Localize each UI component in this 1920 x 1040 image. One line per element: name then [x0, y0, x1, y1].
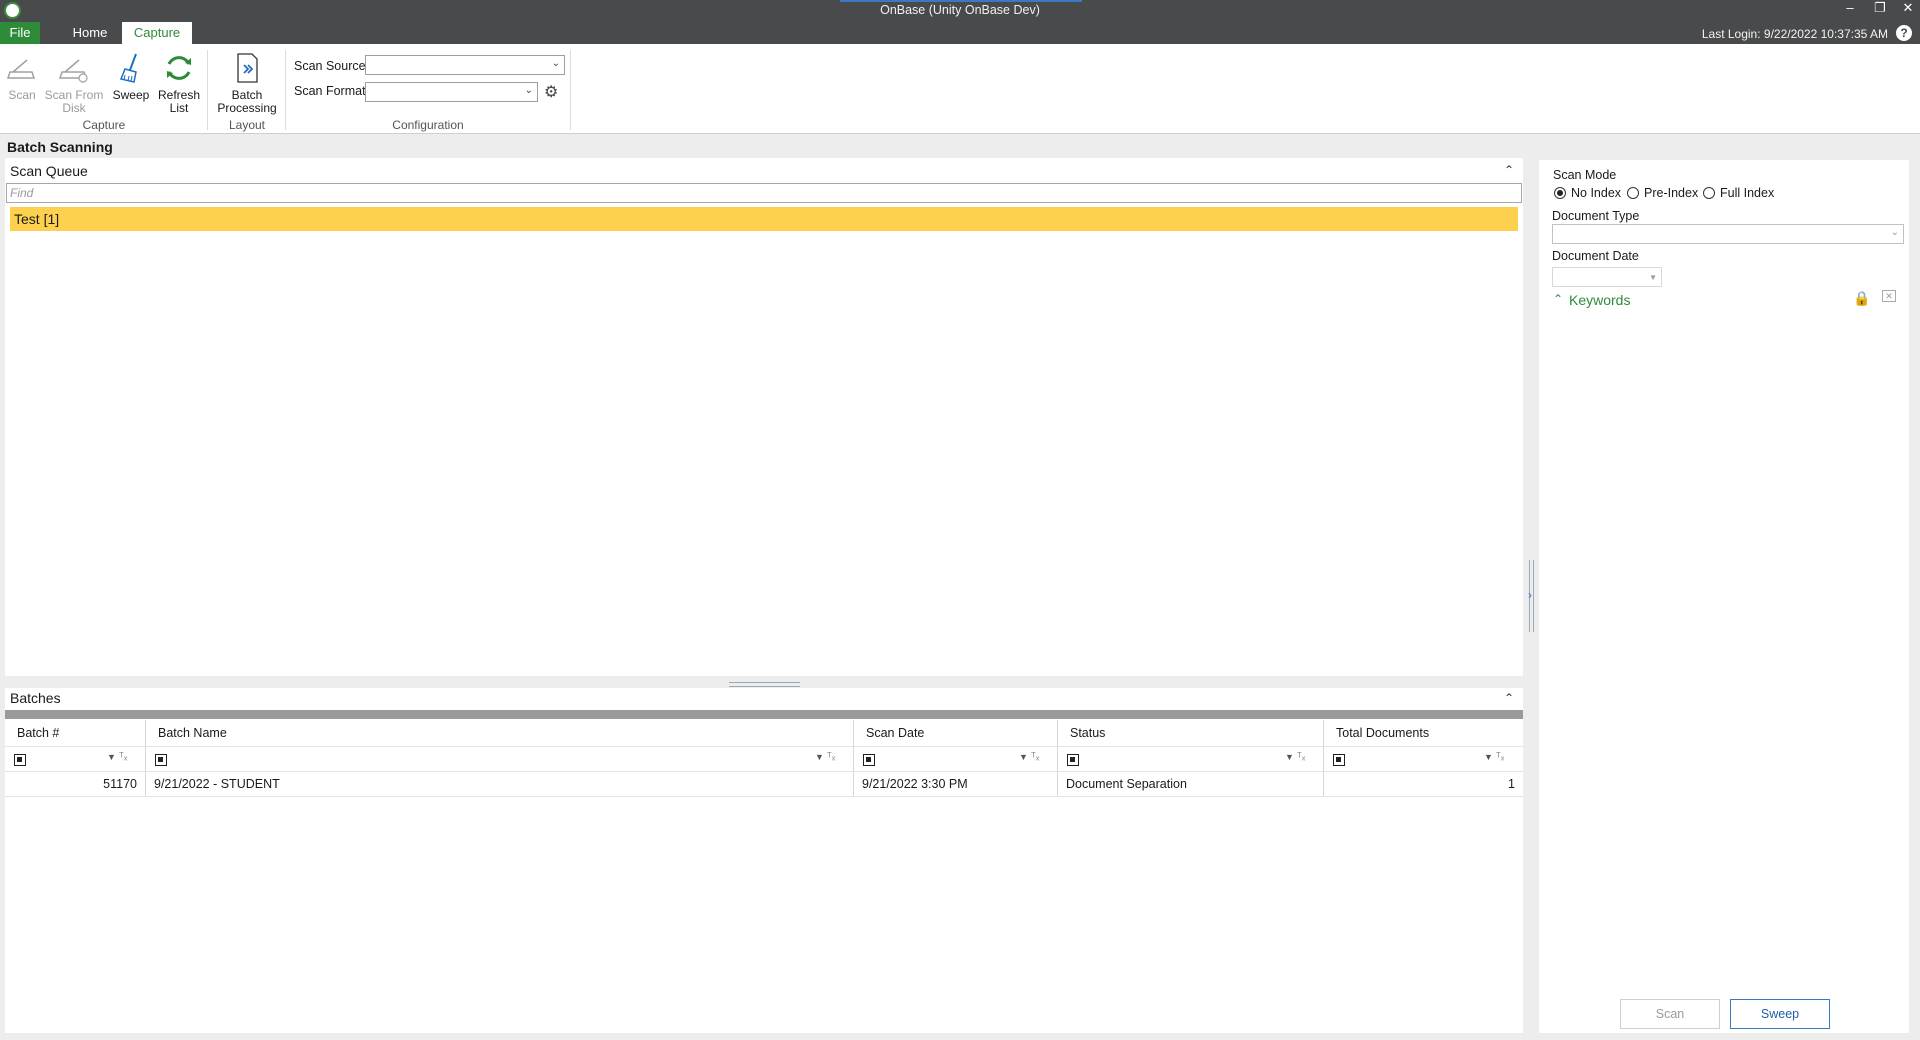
batches-header-bar [5, 710, 1523, 719]
tab-home[interactable]: Home [60, 22, 120, 44]
batch-processing-button[interactable]: Batch Processing [212, 52, 282, 115]
column-header-batch-number[interactable]: Batch # [5, 720, 146, 746]
radio-full-index-label[interactable]: Full Index [1720, 186, 1774, 200]
sweep-label: Sweep [112, 88, 150, 102]
clear-filter-icon[interactable]: ᵀₓ [827, 751, 835, 763]
broom-icon [119, 53, 137, 83]
filter-cell-scan-date[interactable]: ▼ ᵀₓ [854, 746, 1058, 772]
tab-file[interactable]: File [0, 22, 40, 44]
chevron-down-icon: ⌄ [551, 58, 560, 69]
refresh-label-2: List [169, 101, 189, 115]
radio-full-index[interactable] [1703, 187, 1715, 199]
scanner-icon [6, 59, 36, 79]
dropdown-icon[interactable]: ▼ [1484, 752, 1493, 762]
filter-checkbox[interactable] [155, 754, 167, 766]
filter-checkbox[interactable] [1067, 754, 1079, 766]
dropdown-icon[interactable]: ▼ [815, 752, 824, 762]
expand-keywords-icon[interactable]: ⌃ [1553, 292, 1563, 306]
keywords-heading[interactable]: Keywords [1569, 292, 1630, 308]
clear-filter-icon[interactable]: ᵀₓ [119, 751, 127, 763]
ribbon-separator [285, 50, 286, 130]
minimize-icon[interactable]: – [1836, 0, 1864, 18]
scan-label: Scan [8, 88, 36, 102]
refresh-list-button[interactable]: Refresh List [156, 52, 202, 115]
column-header-scan-date[interactable]: Scan Date [854, 720, 1058, 746]
capture-group-label: Capture [82, 118, 126, 132]
close-icon[interactable]: ✕ [1894, 0, 1920, 18]
tab-capture[interactable]: Capture [122, 22, 192, 44]
chevron-down-icon: ⌄ [1890, 227, 1899, 238]
filter-checkbox[interactable] [14, 754, 26, 766]
radio-no-index-label[interactable]: No Index [1571, 186, 1621, 200]
ribbon [0, 44, 1920, 134]
dropdown-icon[interactable]: ▼ [1019, 752, 1028, 762]
radio-no-index[interactable] [1554, 187, 1566, 199]
refresh-icon [167, 56, 191, 80]
scan-button[interactable]: Scan [4, 52, 40, 102]
cell-total-documents[interactable]: 1 [1324, 772, 1523, 797]
last-login-text: Last Login: 9/22/2022 10:37:35 AM [1701, 27, 1888, 41]
help-icon[interactable]: ? [1896, 25, 1912, 41]
radio-pre-index-label[interactable]: Pre-Index [1644, 186, 1698, 200]
batch-processing-label-2: Processing [217, 101, 277, 115]
filter-checkbox[interactable] [863, 754, 875, 766]
filter-cell-batch-name[interactable]: ▼ ᵀₓ [146, 746, 854, 772]
queue-list-item[interactable]: Test [1] [10, 207, 1518, 231]
clear-keywords-icon[interactable]: ✕ [1882, 290, 1896, 302]
column-header-total-documents[interactable]: Total Documents [1324, 720, 1523, 746]
sweep-action-button[interactable]: Sweep [1730, 999, 1830, 1029]
column-header-status[interactable]: Status [1058, 720, 1324, 746]
chevron-down-icon: ⌄ [524, 85, 533, 96]
lock-icon[interactable]: 🔒 [1853, 290, 1870, 307]
scan-queue-panel [5, 158, 1523, 676]
scan-action-button[interactable]: Scan [1620, 999, 1720, 1029]
cell-batch-number[interactable]: 51170 [5, 772, 146, 797]
filter-cell-status[interactable]: ▼ ᵀₓ [1058, 746, 1324, 772]
chevron-right-icon[interactable]: › [1528, 588, 1532, 602]
page-title: Batch Scanning [7, 139, 113, 155]
find-input[interactable]: Find [6, 183, 1522, 203]
clear-filter-icon[interactable]: ᵀₓ [1031, 751, 1039, 763]
scan-from-disk-label-2: Disk [62, 101, 86, 115]
cell-status[interactable]: Document Separation [1058, 772, 1324, 797]
clear-filter-icon[interactable]: ᵀₓ [1297, 751, 1305, 763]
window-title: OnBase (Unity OnBase Dev) [880, 3, 1040, 17]
restore-icon[interactable]: ❐ [1866, 0, 1894, 18]
document-type-label: Document Type [1552, 209, 1640, 223]
document-date-picker[interactable]: ▼ [1552, 267, 1662, 287]
cell-scan-date[interactable]: 9/21/2022 3:30 PM [854, 772, 1058, 797]
scan-format-select[interactable]: ⌄ [365, 82, 538, 102]
filter-cell-total-documents[interactable]: ▼ ᵀₓ [1324, 746, 1523, 772]
scan-from-disk-button[interactable]: Scan From Disk [42, 52, 106, 115]
scan-format-label: Scan Format [294, 84, 366, 98]
dropdown-icon[interactable]: ▼ [1285, 752, 1294, 762]
ribbon-separator [570, 50, 571, 130]
scan-source-select[interactable]: ⌄ [365, 55, 565, 75]
layout-group-label: Layout [228, 118, 266, 132]
document-type-select[interactable]: ⌄ [1552, 224, 1904, 244]
batch-processing-icon [237, 53, 258, 83]
scan-from-disk-icon [58, 59, 88, 83]
collapse-up-icon[interactable]: ⌃ [1504, 691, 1514, 705]
ribbon-separator [207, 50, 208, 130]
radio-pre-index[interactable] [1627, 187, 1639, 199]
cell-batch-name[interactable]: 9/21/2022 - STUDENT [146, 772, 854, 797]
title-accent-line [840, 0, 1082, 2]
dropdown-icon: ▼ [1649, 273, 1657, 282]
sweep-button[interactable]: Sweep [110, 52, 152, 102]
clear-filter-icon[interactable]: ᵀₓ [1496, 751, 1504, 763]
dropdown-icon[interactable]: ▼ [107, 752, 116, 762]
horizontal-splitter[interactable] [729, 682, 800, 687]
scan-mode-label: Scan Mode [1553, 168, 1617, 182]
filter-cell-batch-number[interactable]: ▼ ᵀₓ [5, 746, 146, 772]
scan-queue-title: Scan Queue [10, 163, 88, 179]
batches-title: Batches [10, 690, 61, 706]
column-header-batch-name[interactable]: Batch Name [146, 720, 854, 746]
collapse-up-icon[interactable]: ⌃ [1504, 163, 1514, 177]
configuration-group-label: Configuration [392, 118, 464, 132]
document-date-label: Document Date [1552, 249, 1639, 263]
scan-source-label: Scan Source [294, 59, 366, 73]
gear-icon[interactable]: ⚙ [544, 82, 558, 102]
filter-checkbox[interactable] [1333, 754, 1345, 766]
